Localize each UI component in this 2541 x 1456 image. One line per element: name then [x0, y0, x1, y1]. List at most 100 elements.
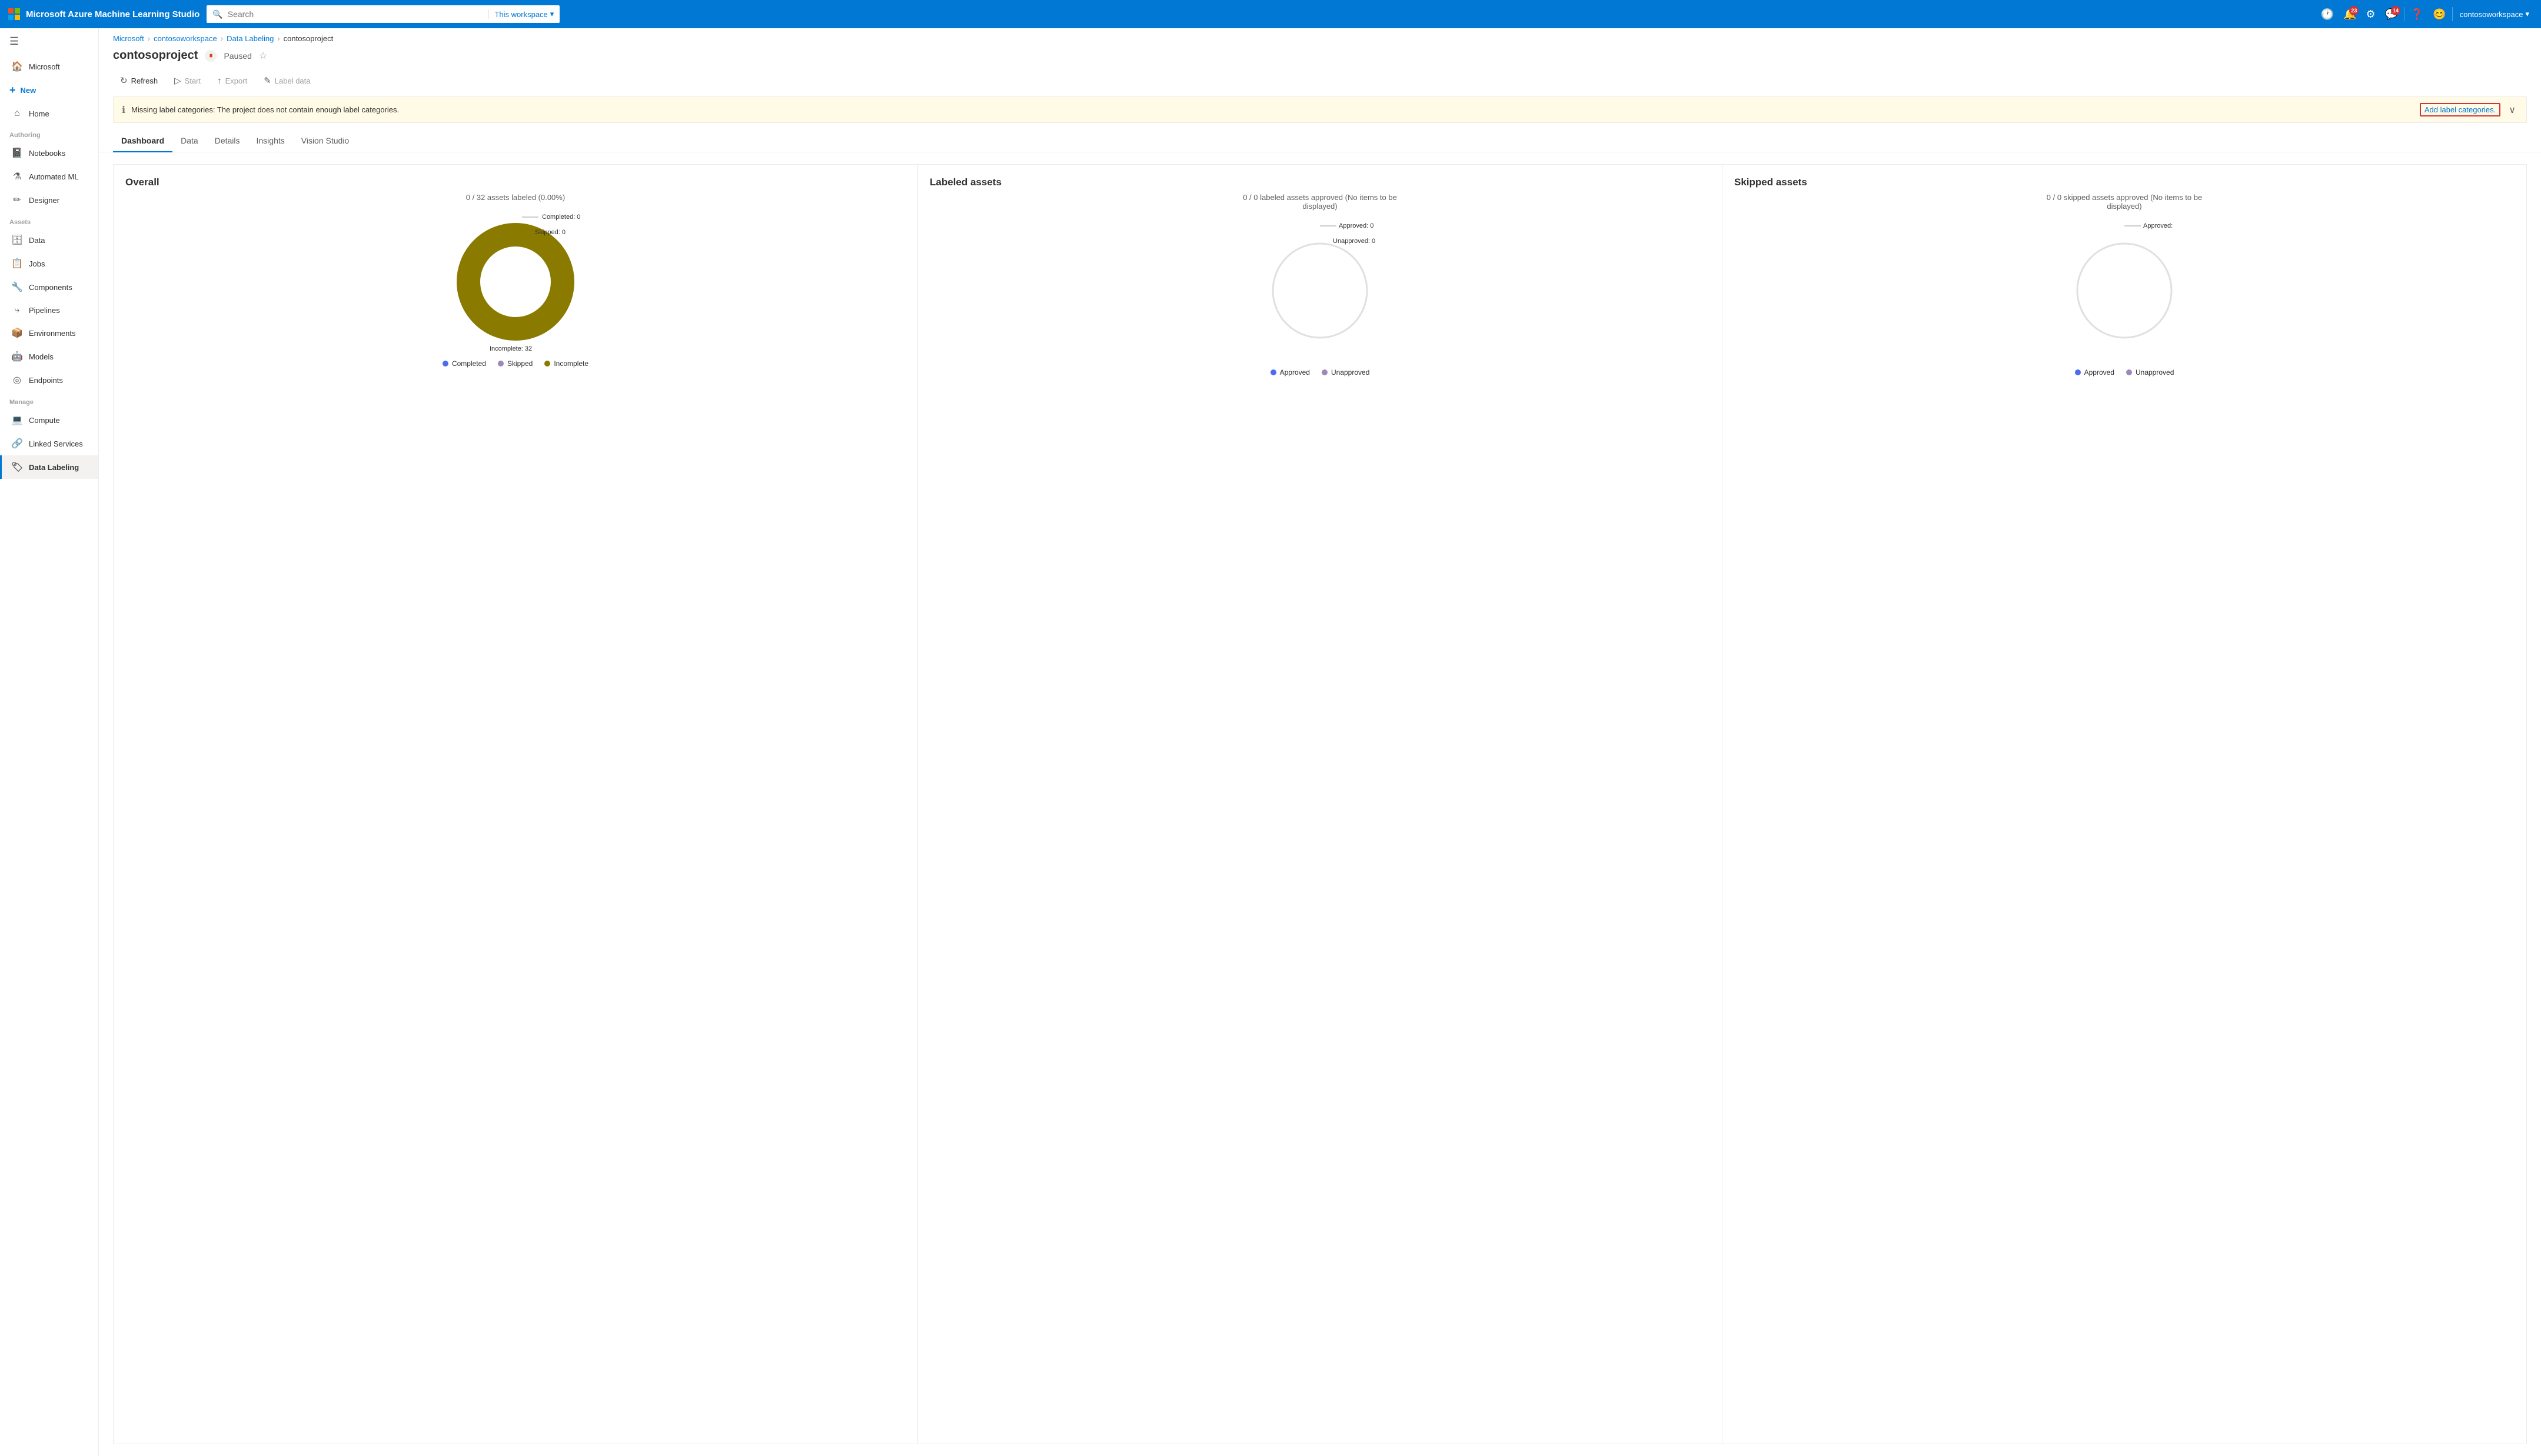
topbar-right: 🕐 🔔 23 ⚙ 💬 14 ❓ 😊 contosoworkspace ▾ — [2317, 5, 2534, 24]
clock-icon-btn[interactable]: 🕐 — [2317, 5, 2337, 24]
sidebar-item-linked-services[interactable]: 🔗 Linked Services — [0, 432, 98, 455]
sidebar-item-automated-ml[interactable]: ⚗ Automated ML — [0, 165, 98, 188]
labeled-assets-chart-title: Labeled assets — [930, 176, 1710, 188]
topbar: Microsoft Azure Machine Learning Studio … — [0, 0, 2541, 28]
sidebar-item-microsoft[interactable]: 🏠 Microsoft — [0, 55, 98, 78]
legend-skipped-unapproved: Unapproved — [2126, 368, 2174, 377]
settings-btn[interactable]: ⚙ — [2362, 5, 2379, 24]
azure-ml-icon — [7, 7, 21, 21]
export-icon: ↑ — [217, 76, 222, 86]
feedback-btn[interactable]: 💬 14 — [2382, 5, 2402, 24]
user-icon: 😊 — [2433, 8, 2446, 21]
legend-skipped-unapproved-dot — [2126, 369, 2132, 375]
search-icon: 🔍 — [212, 9, 222, 19]
tab-vision-studio[interactable]: Vision Studio — [293, 130, 357, 152]
legend-approved: Approved — [1270, 368, 1310, 377]
sidebar-item-models[interactable]: 🤖 Models — [0, 345, 98, 368]
refresh-icon: ↻ — [120, 75, 128, 86]
favorite-star-icon[interactable]: ☆ — [259, 50, 267, 62]
labeled-assets-chart-legend: Approved Unapproved — [1270, 368, 1370, 377]
breadcrumb-sep-1: › — [148, 34, 150, 43]
sidebar-item-home[interactable]: ⌂ Home — [0, 102, 98, 125]
sidebar-item-notebooks[interactable]: 📓 Notebooks — [0, 141, 98, 165]
legend-skipped-dot — [498, 361, 504, 367]
skipped-assets-chart-title: Skipped assets — [1734, 176, 2515, 188]
breadcrumb-sep-2: › — [221, 34, 223, 43]
tabs-bar: Dashboard Data Details Insights Vision S… — [99, 130, 2541, 152]
start-button[interactable]: ▷ Start — [167, 72, 208, 89]
legend-unapproved: Unapproved — [1322, 368, 1369, 377]
skipped-assets-chart-card: Skipped assets 0 / 0 skipped assets appr… — [1722, 164, 2527, 1444]
home-icon: ⌂ — [11, 108, 23, 119]
alert-bar: ℹ Missing label categories: The project … — [113, 96, 2527, 123]
breadcrumb-data-labeling[interactable]: Data Labeling — [227, 34, 274, 43]
legend-skipped-approved: Approved — [2075, 368, 2114, 377]
labeled-assets-chart-subtitle: 0 / 0 labeled assets approved (No items … — [1238, 193, 1402, 211]
incomplete-annotation: Incomplete: 32 — [490, 345, 532, 352]
automl-icon: ⚗ — [11, 171, 23, 182]
workspace-selector[interactable]: contosoworkspace ▾ — [2455, 7, 2534, 21]
overall-donut-svg — [451, 217, 580, 346]
legend-incomplete: Incomplete — [544, 359, 588, 368]
skipped-annotation: Skipped: 0 — [535, 229, 566, 236]
plus-icon: + — [9, 84, 16, 96]
tab-data[interactable]: Data — [172, 130, 207, 152]
sidebar: ☰ 🏠 Microsoft + New ⌂ Home Authoring 📓 N… — [0, 28, 99, 1456]
models-icon: 🤖 — [11, 351, 23, 362]
search-input[interactable] — [228, 9, 484, 19]
dashboard-content: Overall 0 / 32 assets labeled (0.00%) — [99, 152, 2541, 1456]
assets-section-label: Assets — [0, 212, 98, 228]
sidebar-item-compute[interactable]: 💻 Compute — [0, 408, 98, 432]
account-btn[interactable]: 😊 — [2429, 5, 2449, 24]
skipped-approved-annotation: Approved: — [2124, 220, 2173, 232]
notebook-icon: 📓 — [11, 147, 23, 159]
page-header: contosoproject ⏸ Paused ☆ — [99, 45, 2541, 69]
unapproved-annotation: Unapproved: 0 — [1333, 238, 1375, 245]
search-bar[interactable]: 🔍 This workspace ▾ — [207, 5, 560, 23]
hamburger-btn[interactable]: ☰ — [0, 28, 98, 55]
labeled-assets-donut-chart: Approved: 0 Unapproved: 0 — [1255, 226, 1385, 355]
jobs-icon: 📋 — [11, 258, 23, 269]
sidebar-item-data-labeling[interactable]: 🏷 Data Labeling — [0, 455, 98, 479]
tab-details[interactable]: Details — [207, 130, 248, 152]
topbar-divider-2 — [2452, 7, 2453, 21]
gear-icon: ⚙ — [2366, 8, 2375, 21]
manage-section-label: Manage — [0, 392, 98, 408]
label-data-button[interactable]: ✎ Label data — [257, 72, 317, 89]
clock-icon: 🕐 — [2321, 8, 2334, 21]
page-title: contosoproject — [113, 49, 198, 62]
refresh-button[interactable]: ↻ Refresh — [113, 72, 165, 89]
sidebar-item-components[interactable]: 🔧 Components — [0, 275, 98, 299]
add-label-categories-link[interactable]: Add label categories. — [2420, 103, 2500, 116]
chevron-down-icon-user: ▾ — [2525, 9, 2529, 19]
search-scope-selector[interactable]: This workspace ▾ — [488, 9, 554, 19]
sidebar-item-new[interactable]: + New — [0, 78, 98, 102]
environments-icon: 📦 — [11, 327, 23, 339]
overall-donut-chart: Completed: 0 Skipped: 0 Incomplete: 32 — [451, 217, 580, 346]
content-area: Microsoft › contosoworkspace › Data Labe… — [99, 28, 2541, 1456]
sidebar-item-endpoints[interactable]: ◎ Endpoints — [0, 368, 98, 392]
notifications-btn[interactable]: 🔔 23 — [2340, 5, 2360, 24]
tab-insights[interactable]: Insights — [248, 130, 293, 152]
pipelines-icon: ⤷ — [11, 305, 23, 315]
labeled-assets-chart-card: Labeled assets 0 / 0 labeled assets appr… — [918, 164, 1722, 1444]
sidebar-item-pipelines[interactable]: ⤷ Pipelines — [0, 299, 98, 321]
alert-close-button[interactable]: ∨ — [2506, 104, 2518, 116]
legend-approved-dot — [1270, 369, 1276, 375]
notifications-badge: 23 — [2349, 6, 2359, 15]
overall-chart-subtitle: 0 / 32 assets labeled (0.00%) — [466, 193, 565, 202]
brand-logo: Microsoft Azure Machine Learning Studio — [7, 7, 199, 21]
breadcrumb-workspace[interactable]: contosoworkspace — [154, 34, 217, 43]
tab-dashboard[interactable]: Dashboard — [113, 130, 172, 152]
help-icon: ❓ — [2410, 8, 2423, 21]
overall-chart-card: Overall 0 / 32 assets labeled (0.00%) — [113, 164, 918, 1444]
sidebar-item-designer[interactable]: ✏ Designer — [0, 188, 98, 212]
sidebar-item-environments[interactable]: 📦 Environments — [0, 321, 98, 345]
legend-completed: Completed — [443, 359, 486, 368]
sidebar-item-data[interactable]: 🗄 Data — [0, 228, 98, 252]
sidebar-item-jobs[interactable]: 📋 Jobs — [0, 252, 98, 275]
help-btn[interactable]: ❓ — [2407, 5, 2427, 24]
export-button[interactable]: ↑ Export — [210, 72, 254, 89]
data-labeling-icon: 🏷 — [11, 461, 23, 473]
breadcrumb-microsoft[interactable]: Microsoft — [113, 34, 144, 43]
